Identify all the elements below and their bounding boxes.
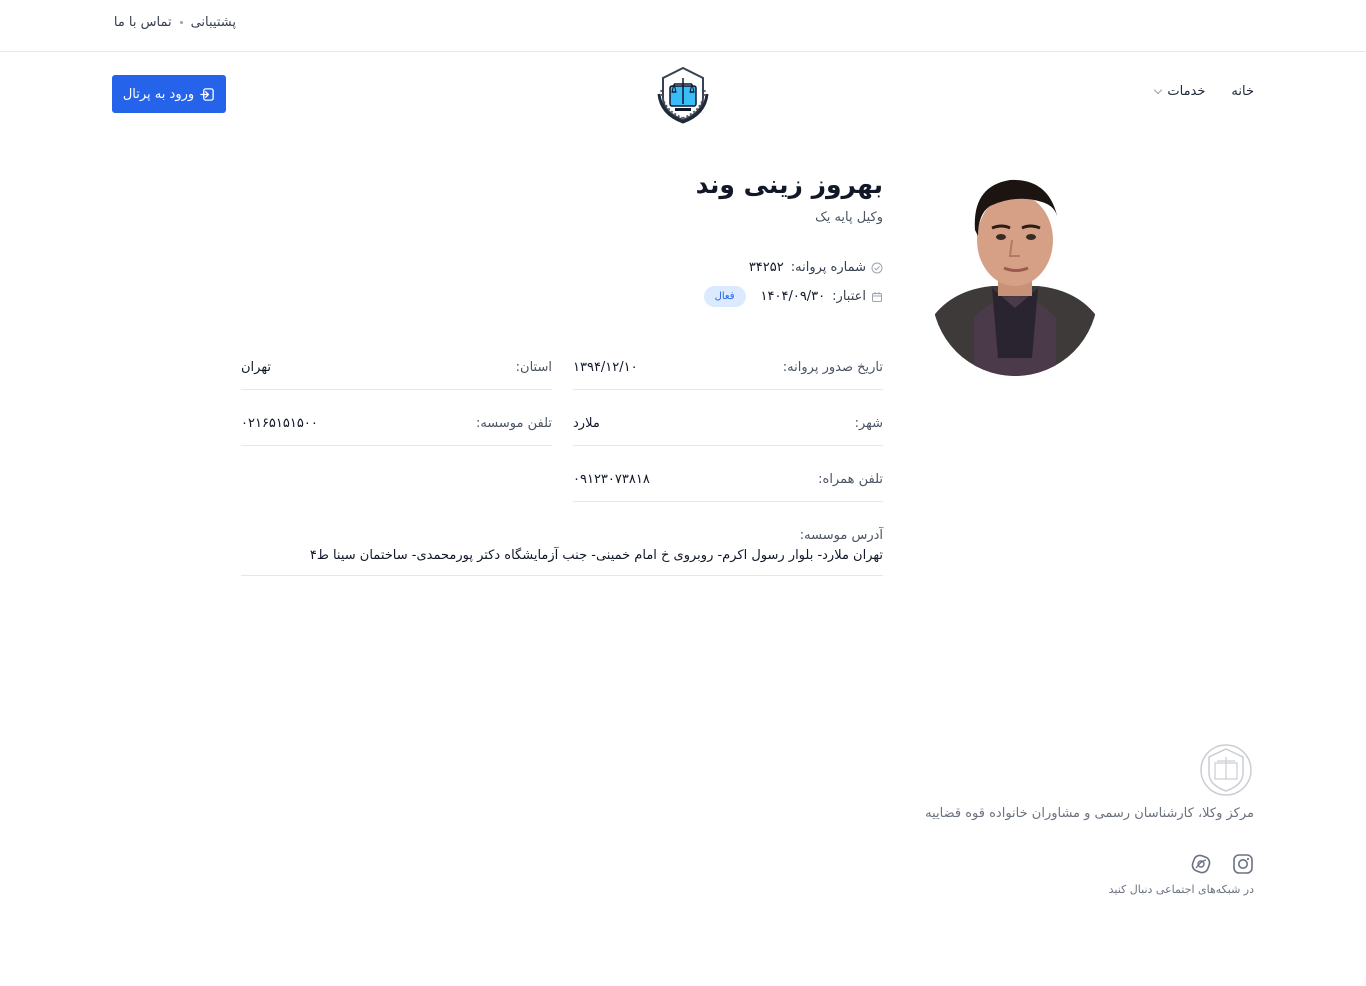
nav-home-label: خانه [1231,84,1254,99]
login-icon [200,87,214,101]
city-field: شهر: ملارد [573,402,883,446]
status-badge: فعال [703,286,746,307]
separator-dot [179,21,183,24]
contact-link[interactable]: تماس با ما [114,15,172,30]
main-nav: خانه خدمات [1154,84,1254,99]
calendar-icon [872,291,882,302]
validity-date: ۱۴۰۴/۰۹/۳۰ [760,289,826,304]
top-bar: پشتیبانی تماس با ما [0,0,1366,52]
footer-follow-text: در شبکه‌های اجتماعی دنبال کنید [1108,883,1254,896]
province-value: تهران [241,360,271,375]
nav-services-label: خدمات [1167,84,1206,99]
mobile-field: تلفن همراه: ۰۹۱۲۳۰۷۳۸۱۸ [573,458,883,502]
province-label: استان: [515,360,552,375]
chevron-down-icon [1154,85,1163,95]
city-label: شهر: [854,416,883,431]
nav-home[interactable]: خانه [1231,84,1254,99]
lawyer-title: وکیل پایه یک [815,210,883,225]
mobile-label: تلفن همراه: [818,472,883,487]
portal-login-label: ورود به پرتال [122,86,195,102]
address-field: آدرس موسسه: تهران ملارد- بلوار رسول اکرم… [241,526,883,576]
support-link[interactable]: پشتیبانی [191,15,236,30]
issue-date-field: تاریخ صدور پروانه: ۱۳۹۴/۱۲/۱۰ [573,346,883,390]
footer-title: مرکز وکلا، کارشناسان رسمی و مشاوران خانو… [925,806,1254,821]
province-field: استان: تهران [241,346,552,390]
lawyer-photo [932,158,1098,376]
social-links [1190,853,1254,875]
footer-logo [1200,744,1252,796]
check-circle-icon [871,262,883,273]
address-label: آدرس موسسه: [799,528,883,543]
top-links: پشتیبانی تماس با ما [114,15,236,30]
portal-login-button[interactable]: ورود به پرتال [112,75,226,113]
city-value: ملارد [573,416,600,431]
issue-date-value: ۱۳۹۴/۱۲/۱۰ [573,360,638,375]
validity-row: اعتبار: ۱۴۰۴/۰۹/۳۰ فعال [703,286,883,307]
judiciary-logo[interactable] [653,64,713,124]
office-phone-label: تلفن موسسه: [475,416,552,431]
license-number: ۳۴۲۵۲ [748,260,784,275]
address-value: تهران ملارد- بلوار رسول اکرم- روبروی خ ا… [309,548,883,563]
issue-date-label: تاریخ صدور پروانه: [782,360,883,375]
office-phone-value[interactable]: ۰۲۱۶۵۱۵۱۵۰۰ [241,416,318,431]
lawyer-name: بهروز زینی وند [695,170,883,199]
license-label: شماره پروانه: [790,260,866,275]
office-phone-field: تلفن موسسه: ۰۲۱۶۵۱۵۱۵۰۰ [241,402,552,446]
nav-services[interactable]: خدمات [1154,84,1206,99]
mobile-value[interactable]: ۰۹۱۲۳۰۷۳۸۱۸ [573,472,650,487]
license-row: شماره پروانه: ۳۴۲۵۲ [749,260,883,275]
instagram-icon[interactable] [1232,853,1254,875]
eitaa-icon[interactable] [1190,853,1212,875]
validity-label: اعتبار: [832,289,866,304]
